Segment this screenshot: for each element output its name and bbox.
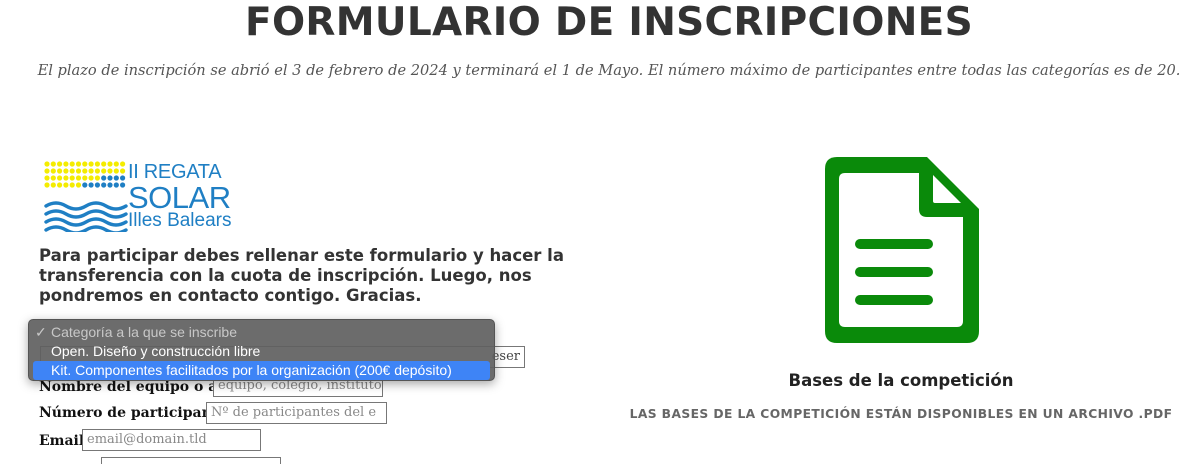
logo-dot bbox=[88, 168, 94, 174]
document-icon[interactable] bbox=[823, 155, 983, 345]
logo-dot bbox=[94, 161, 100, 167]
logo-dot bbox=[113, 182, 119, 188]
registration-period-note: El plazo de inscripción se abrió el 3 de… bbox=[37, 62, 1181, 79]
bases-title: Bases de la competición bbox=[788, 371, 1014, 390]
logo-dot bbox=[113, 175, 119, 181]
logo-dot bbox=[120, 175, 126, 181]
logo-dot bbox=[63, 175, 69, 181]
logo-text-line1: II REGATA bbox=[128, 161, 222, 183]
logo-dot bbox=[88, 175, 94, 181]
logo-dot bbox=[120, 182, 126, 188]
form-intro-text: Para participar debes rellenar este form… bbox=[39, 246, 564, 305]
logo-dot bbox=[107, 161, 113, 167]
logo-dot bbox=[113, 168, 119, 174]
category-dropdown-menu[interactable]: ✓ Categoría a la que se inscribe Open. Di… bbox=[28, 319, 495, 381]
dropdown-option-kit[interactable]: Kit. Componentes facilitados por la orga… bbox=[33, 361, 490, 380]
logo-dot bbox=[44, 175, 50, 181]
logo-dot bbox=[63, 161, 69, 167]
logo-dot bbox=[57, 168, 63, 174]
logo-dot bbox=[50, 175, 56, 181]
logo-dot bbox=[120, 168, 126, 174]
logo-dot bbox=[82, 175, 88, 181]
logo-dot bbox=[69, 182, 75, 188]
bases-description: LAS BASES DE LA COMPETICIÓN ESTÁN DISPON… bbox=[629, 407, 1173, 421]
logo-dot bbox=[94, 175, 100, 181]
logo-dot bbox=[88, 182, 94, 188]
regata-solar-logo: II REGATA SOLAR Illes Balears bbox=[44, 160, 234, 232]
logo-dot bbox=[44, 182, 50, 188]
participants-input[interactable]: Nº de participantes del e bbox=[206, 402, 387, 424]
logo-dot bbox=[107, 175, 113, 181]
logo-dot bbox=[75, 168, 82, 174]
logo-dot bbox=[82, 168, 88, 174]
logo-dot bbox=[50, 161, 56, 167]
logo-dot bbox=[88, 161, 94, 167]
logo-dot bbox=[50, 168, 56, 174]
logo-dot bbox=[69, 168, 75, 174]
logo-dot bbox=[101, 182, 107, 188]
email-input[interactable]: email@domain.tld bbox=[82, 429, 261, 451]
logo-dot bbox=[82, 161, 88, 167]
email-label: Email bbox=[39, 433, 85, 449]
logo-dot bbox=[57, 175, 63, 181]
logo-dot bbox=[120, 161, 126, 167]
logo-dot bbox=[69, 161, 75, 167]
next-field-input[interactable] bbox=[101, 457, 281, 464]
checkmark-icon: ✓ bbox=[35, 324, 47, 340]
logo-dot bbox=[69, 175, 75, 181]
logo-dot bbox=[75, 175, 82, 181]
page-title: FORMULARIO DE INSCRIPCIONES bbox=[245, 0, 973, 45]
logo-dot bbox=[63, 182, 69, 188]
category-select-partial-text: eser bbox=[491, 349, 520, 364]
logo-dot bbox=[50, 182, 56, 188]
logo-dot bbox=[101, 161, 107, 167]
dropdown-option-label: Kit. Componentes facilitados por la orga… bbox=[51, 362, 452, 378]
logo-dot bbox=[113, 161, 119, 167]
logo-dot bbox=[57, 161, 63, 167]
logo-dot bbox=[44, 168, 50, 174]
logo-dot bbox=[57, 182, 63, 188]
logo-graphic bbox=[44, 161, 128, 232]
logo-text-line3: Illes Balears bbox=[128, 210, 232, 231]
logo-dot bbox=[101, 168, 107, 174]
logo-dot bbox=[94, 168, 100, 174]
logo-dot bbox=[82, 182, 88, 188]
logo-dot bbox=[94, 182, 100, 188]
logo-dot bbox=[75, 161, 82, 167]
logo-dot bbox=[107, 182, 113, 188]
dropdown-option-placeholder: ✓ Categoría a la que se inscribe bbox=[29, 323, 494, 342]
logo-dot bbox=[63, 168, 69, 174]
dropdown-option-label: Open. Diseño y construcción libre bbox=[51, 343, 261, 359]
page: FORMULARIO DE INSCRIPCIONES El plazo de … bbox=[0, 0, 1201, 464]
dropdown-option-open[interactable]: Open. Diseño y construcción libre bbox=[29, 342, 494, 361]
logo-dot bbox=[44, 161, 50, 167]
logo-dot bbox=[107, 168, 113, 174]
logo-text-line2: SOLAR bbox=[128, 180, 231, 215]
logo-dot bbox=[75, 182, 82, 188]
dropdown-option-label: Categoría a la que se inscribe bbox=[51, 324, 237, 340]
logo-dot bbox=[101, 175, 107, 181]
